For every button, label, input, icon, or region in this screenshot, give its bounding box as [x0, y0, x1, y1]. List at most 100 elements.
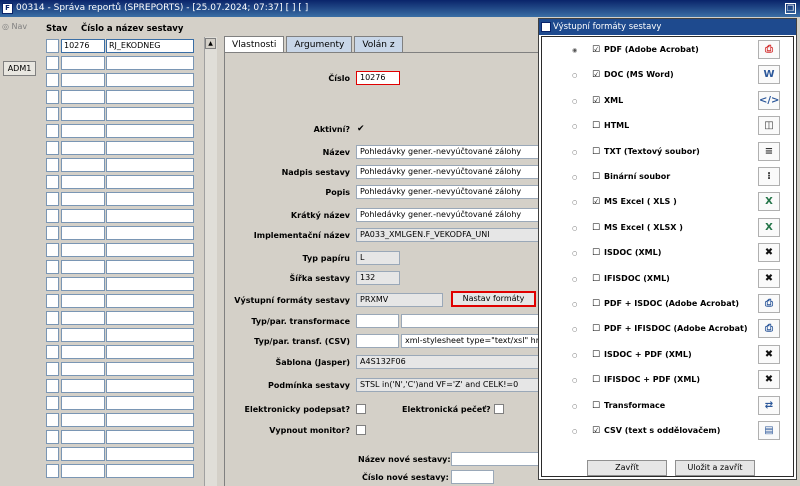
row-status-cell[interactable] [46, 276, 59, 291]
list-row[interactable] [46, 275, 196, 292]
pdf-isdoc-icon[interactable]: ⎙ [758, 294, 780, 313]
list-row[interactable] [46, 462, 196, 479]
nastav-formaty-button[interactable]: Nastav formáty [451, 291, 536, 307]
row-status-cell[interactable] [46, 72, 59, 87]
list-row[interactable] [46, 309, 196, 326]
excel-icon[interactable]: X [758, 217, 780, 237]
format-radio[interactable]: ○ [572, 403, 577, 410]
row-nazev-cell[interactable] [106, 242, 194, 257]
list-row[interactable] [46, 411, 196, 428]
row-nazev-cell[interactable] [106, 344, 194, 359]
row-nazev-cell[interactable] [106, 191, 194, 206]
format-checkbox[interactable]: ☐ [592, 375, 602, 385]
format-checkbox[interactable]: ☑ [592, 45, 602, 55]
list-row[interactable] [46, 428, 196, 445]
format-checkbox[interactable]: ☐ [592, 274, 602, 284]
format-checkbox[interactable]: ☑ [592, 197, 602, 207]
row-cislo-cell[interactable] [61, 412, 105, 427]
format-checkbox[interactable]: ☐ [592, 172, 602, 182]
format-radio[interactable]: ○ [572, 352, 577, 359]
list-row[interactable]: 10276 RJ_EKODNEG [46, 37, 196, 54]
list-row[interactable] [46, 88, 196, 105]
ulozit-zavrit-button[interactable]: Uložit a zavřít [675, 460, 755, 476]
row-status-cell[interactable] [46, 174, 59, 189]
row-cislo-cell[interactable] [61, 463, 105, 478]
format-radio[interactable]: ○ [572, 377, 577, 384]
row-cislo-cell[interactable] [61, 378, 105, 393]
row-nazev-cell[interactable] [106, 72, 194, 87]
row-status-cell[interactable] [46, 378, 59, 393]
format-checkbox[interactable]: ☑ [592, 426, 602, 436]
row-status-cell[interactable] [46, 191, 59, 206]
row-nazev-cell[interactable] [106, 106, 194, 121]
format-radio[interactable]: ○ [572, 276, 577, 283]
list-row[interactable] [46, 445, 196, 462]
format-checkbox[interactable]: ☐ [592, 299, 602, 309]
typ-papiru-field[interactable]: L [356, 251, 400, 265]
row-cislo-cell[interactable] [61, 259, 105, 274]
list-row[interactable] [46, 105, 196, 122]
row-cislo-cell[interactable] [61, 55, 105, 70]
row-status-cell[interactable] [46, 123, 59, 138]
row-status-cell[interactable] [46, 259, 59, 274]
list-row[interactable] [46, 377, 196, 394]
impl-field[interactable]: PA033_XMLGEN.F_VEKODFA_UNI [356, 228, 540, 242]
aktivni-checkbox[interactable]: ✔ [357, 124, 367, 134]
row-nazev-cell[interactable] [106, 225, 194, 240]
row-nazev-cell[interactable] [106, 55, 194, 70]
isdoc-icon[interactable]: ✖ [758, 344, 780, 364]
format-checkbox[interactable]: ☐ [592, 350, 602, 360]
format-checkbox[interactable]: ☐ [592, 223, 602, 233]
par-transformace-field[interactable] [401, 314, 540, 328]
row-nazev-cell[interactable] [106, 463, 194, 478]
row-cislo-cell[interactable] [61, 157, 105, 172]
novy-nazev-field[interactable] [451, 452, 540, 466]
list-row[interactable] [46, 139, 196, 156]
list-row[interactable] [46, 326, 196, 343]
nav-toggle[interactable]: ◎ Nav [2, 22, 27, 31]
list-row[interactable] [46, 71, 196, 88]
list-row[interactable] [46, 258, 196, 275]
html-icon[interactable]: ◫ [758, 116, 780, 136]
list-row[interactable] [46, 54, 196, 71]
format-radio[interactable]: ○ [572, 225, 577, 232]
row-cislo-cell[interactable] [61, 361, 105, 376]
row-nazev-cell[interactable] [106, 140, 194, 155]
format-radio[interactable]: ○ [572, 199, 577, 206]
row-nazev-cell[interactable]: RJ_EKODNEG [106, 38, 194, 53]
row-nazev-cell[interactable] [106, 174, 194, 189]
row-nazev-cell[interactable] [106, 89, 194, 104]
list-row[interactable] [46, 360, 196, 377]
zavrit-button[interactable]: Zavřít [587, 460, 667, 476]
list-row[interactable] [46, 173, 196, 190]
row-cislo-cell[interactable] [61, 242, 105, 257]
typ-csv-field[interactable] [356, 334, 399, 348]
row-status-cell[interactable] [46, 242, 59, 257]
par-csv-field[interactable]: xml-stylesheet type="text/xsl" href= [401, 334, 540, 348]
row-cislo-cell[interactable] [61, 225, 105, 240]
format-radio[interactable]: ○ [572, 72, 577, 79]
row-cislo-cell[interactable] [61, 446, 105, 461]
isdoc-icon[interactable]: ✖ [758, 268, 780, 288]
row-cislo-cell[interactable] [61, 310, 105, 325]
row-nazev-cell[interactable] [106, 446, 194, 461]
row-cislo-cell[interactable] [61, 123, 105, 138]
pdf-isdoc-icon[interactable]: ⎙ [758, 319, 780, 339]
row-nazev-cell[interactable] [106, 123, 194, 138]
row-cislo-cell[interactable] [61, 395, 105, 410]
row-cislo-cell[interactable] [61, 140, 105, 155]
row-cislo-cell[interactable] [61, 429, 105, 444]
scrollbar[interactable] [204, 37, 217, 486]
format-radio[interactable]: ○ [572, 98, 577, 105]
row-status-cell[interactable] [46, 395, 59, 410]
isdoc-icon[interactable]: ✖ [758, 243, 780, 263]
row-cislo-cell[interactable] [61, 344, 105, 359]
row-nazev-cell[interactable] [106, 276, 194, 291]
list-row[interactable] [46, 122, 196, 139]
row-status-cell[interactable] [46, 327, 59, 342]
pdf-icon[interactable]: ⎙ [758, 40, 780, 59]
format-checkbox[interactable]: ☐ [592, 248, 602, 258]
row-status-cell[interactable] [46, 463, 59, 478]
popis-field[interactable]: Pohledávky gener.-nevyúčtované zálohy [356, 185, 540, 199]
row-nazev-cell[interactable] [106, 429, 194, 444]
